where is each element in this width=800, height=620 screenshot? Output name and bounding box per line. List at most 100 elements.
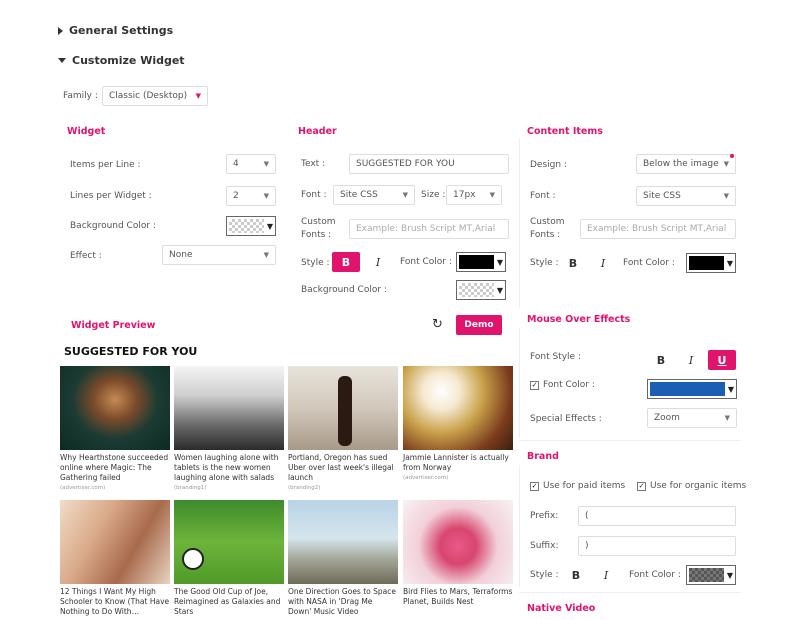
- mo-italic-button[interactable]: I: [677, 350, 705, 370]
- caret-down-icon: ▼: [496, 257, 503, 267]
- card[interactable]: Why Hearthstone succeeded online where M…: [60, 453, 170, 491]
- effect-select[interactable]: None ▼: [162, 245, 276, 265]
- brand-bold-button[interactable]: B: [562, 565, 590, 585]
- widget-preview-title: Widget Preview: [71, 320, 156, 331]
- header-text-label: Text :: [301, 159, 326, 169]
- card-title: One Direction Goes to Space with NASA in…: [288, 587, 396, 616]
- mo-underline-button[interactable]: U: [708, 350, 736, 370]
- content-font-color-picker[interactable]: ▼: [686, 253, 736, 273]
- special-effects-select[interactable]: Zoom ▼: [647, 408, 737, 428]
- header-font-select[interactable]: Site CSS ▼: [333, 185, 415, 205]
- chevron-right-icon: [58, 26, 63, 35]
- card-image[interactable]: [403, 366, 513, 450]
- brand-prefix-input[interactable]: (: [578, 506, 736, 526]
- family-select[interactable]: Classic (Desktop) ▼: [102, 86, 208, 106]
- brand-organic-toggle[interactable]: ✓ Use for organic items: [637, 481, 746, 491]
- card-image[interactable]: [60, 500, 170, 584]
- demo-button[interactable]: Demo: [456, 315, 502, 335]
- customize-widget-toggle[interactable]: Customize Widget: [58, 54, 185, 67]
- card[interactable]: 12 Things I Want My High Schooler to Kno…: [60, 587, 170, 617]
- card[interactable]: Women laughing alone with tablets is the…: [174, 453, 284, 491]
- chevron-down-icon: [58, 58, 66, 63]
- card-image[interactable]: [288, 366, 398, 450]
- card-image[interactable]: [174, 366, 284, 450]
- header-size-select[interactable]: 17px ▼: [446, 185, 502, 205]
- card-title: Portland, Oregon has sued Uber over last…: [288, 453, 394, 482]
- card-image[interactable]: [288, 500, 398, 584]
- content-bold-button[interactable]: B: [559, 253, 587, 273]
- header-size-value: 17px: [453, 190, 476, 200]
- refresh-icon[interactable]: ↻: [432, 317, 443, 332]
- widget-bg-color-label: Background Color :: [70, 221, 156, 231]
- caret-down-icon: ▼: [402, 191, 408, 199]
- effect-value: None: [169, 250, 193, 260]
- brand-organic-label: Use for organic items: [650, 481, 747, 491]
- caret-down-icon: ▼: [723, 192, 729, 200]
- content-custom-fonts-input[interactable]: Example: Brush Script MT,Arial: [580, 219, 736, 239]
- header-custom-fonts-input[interactable]: Example: Brush Script MT,Arial: [349, 219, 509, 239]
- header-size-label: Size :: [421, 190, 446, 200]
- black-swatch: [459, 255, 494, 269]
- mo-bold-button[interactable]: B: [647, 350, 675, 370]
- card-image[interactable]: [60, 366, 170, 450]
- brand-paid-label: Use for paid items: [543, 481, 626, 491]
- content-font-color-label: Font Color :: [623, 258, 675, 268]
- general-settings-toggle[interactable]: General Settings: [58, 24, 173, 37]
- header-bold-button[interactable]: B: [332, 252, 360, 272]
- card[interactable]: One Direction Goes to Space with NASA in…: [288, 587, 398, 617]
- lines-per-widget-label: Lines per Widget :: [70, 191, 152, 201]
- mo-font-color-picker[interactable]: ▼: [647, 379, 737, 399]
- checkbox-checked-icon[interactable]: ✓: [530, 380, 539, 390]
- special-effects-value: Zoom: [654, 413, 680, 423]
- mo-font-color-toggle[interactable]: ✓ Font Color :: [530, 380, 595, 390]
- brand-prefix-label: Prefix:: [530, 511, 559, 521]
- content-italic-button[interactable]: I: [589, 253, 617, 273]
- content-font-label: Font :: [530, 191, 556, 201]
- blue-swatch: [650, 382, 725, 396]
- brand-font-color-label: Font Color :: [629, 570, 681, 580]
- mo-font-style-label: Font Style :: [530, 352, 581, 362]
- caret-down-icon: ▼: [726, 258, 733, 268]
- card-title: Jammie Lannister is actually from Norway: [403, 453, 509, 472]
- card[interactable]: Jammie Lannister is actually from Norway…: [403, 453, 513, 481]
- design-label: Design :: [530, 160, 567, 170]
- customize-widget-label: Customize Widget: [72, 54, 185, 67]
- brand-paid-toggle[interactable]: ✓ Use for paid items: [530, 481, 625, 491]
- card[interactable]: Portland, Oregon has sued Uber over last…: [288, 453, 398, 491]
- widget-bg-color-picker[interactable]: ▼: [226, 216, 276, 236]
- items-per-line-select[interactable]: 4 ▼: [226, 154, 276, 174]
- brand-suffix-label: Suffix:: [530, 541, 559, 551]
- card-image[interactable]: [174, 500, 284, 584]
- card-source: (branding1): [174, 485, 207, 491]
- card-title: Why Hearthstone succeeded online where M…: [60, 453, 169, 482]
- card-title: Bird Flies to Mars, Terraforms Planet, B…: [403, 587, 513, 606]
- content-items-title: Content Items: [527, 126, 603, 137]
- brand-suffix-input[interactable]: ): [578, 536, 736, 556]
- caret-down-icon: ▼: [496, 285, 503, 295]
- custom-label-line1: Custom: [530, 217, 565, 227]
- caret-down-icon: ▼: [489, 191, 495, 199]
- brand-font-color-picker[interactable]: ▼: [686, 565, 736, 585]
- caret-down-icon: ▼: [263, 160, 269, 168]
- header-italic-button[interactable]: I: [364, 252, 392, 272]
- checkbox-checked-icon[interactable]: ✓: [530, 481, 539, 491]
- caret-down-icon: ▼: [723, 160, 729, 168]
- card[interactable]: The Good Old Cup of Joe, Reimagined as G…: [174, 587, 284, 617]
- header-bg-color-picker[interactable]: ▼: [456, 280, 506, 300]
- transparent-swatch: [459, 283, 494, 297]
- content-font-select[interactable]: Site CSS ▼: [636, 186, 736, 206]
- card-image[interactable]: [403, 500, 513, 584]
- card[interactable]: Bird Flies to Mars, Terraforms Planet, B…: [403, 587, 513, 607]
- brand-italic-button[interactable]: I: [592, 565, 620, 585]
- native-video-divider: [519, 592, 741, 593]
- effect-label: Effect :: [70, 251, 102, 261]
- header-text-input[interactable]: SUGGESTED FOR YOU: [349, 154, 509, 174]
- custom-label-line2: Fonts :: [301, 230, 332, 240]
- black-swatch: [689, 256, 724, 270]
- checkbox-checked-icon[interactable]: ✓: [637, 481, 646, 491]
- design-select[interactable]: Below the image ▼: [636, 154, 736, 174]
- lines-per-widget-select[interactable]: 2 ▼: [226, 186, 276, 206]
- special-effects-label: Special Effects :: [530, 414, 602, 424]
- figure-shape: [338, 376, 352, 446]
- header-font-color-picker[interactable]: ▼: [456, 252, 506, 272]
